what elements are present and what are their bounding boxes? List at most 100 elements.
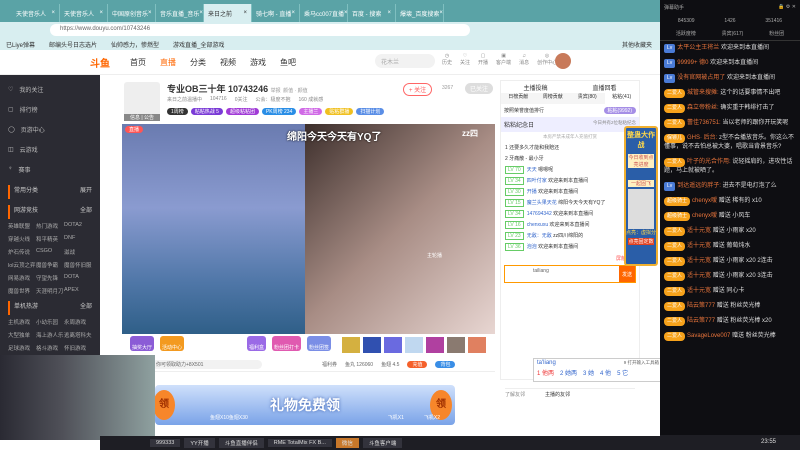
history-icon[interactable]: ◷ 历史 xyxy=(442,53,452,66)
gift-item[interactable] xyxy=(342,337,360,353)
close-icon[interactable]: × xyxy=(51,10,55,16)
danmu-user[interactable]: 到达遥远的胖子: xyxy=(677,183,721,189)
chat-user[interactable]: 泡泡 xyxy=(527,244,537,250)
danmu-user[interactable]: 适十元宽 xyxy=(687,273,711,279)
report-link[interactable]: 举报 xyxy=(271,88,281,94)
ime-candidate[interactable]: 4 他 xyxy=(600,368,611,377)
gift-item[interactable] xyxy=(384,337,402,353)
section-online-games[interactable]: 网游竞技 全部 xyxy=(8,205,92,219)
taskbar-item[interactable]: 斗鱼直播伴侣 xyxy=(218,438,264,448)
close-icon[interactable]: × xyxy=(99,10,103,16)
room-badge[interactable]: 扫描计划 xyxy=(356,108,385,115)
sidebar-game-link[interactable]: 和平精英 xyxy=(36,235,64,243)
chat-user[interactable]: 无敌：无敌 xyxy=(527,233,552,239)
room-badge[interactable]: 1周榜 xyxy=(167,108,188,115)
nav-yuba[interactable]: 鱼吧 xyxy=(280,57,296,68)
sidebar-game-link[interactable]: 大型独单 xyxy=(8,331,36,339)
sidebar-game-link[interactable]: 热门游戏 xyxy=(36,222,64,230)
followed-button[interactable]: 已关注 xyxy=(465,83,494,94)
sidebar-game-link[interactable]: 格斗游戏 xyxy=(36,344,64,352)
sidebar-game-link[interactable]: 网易游戏 xyxy=(8,274,36,282)
close-icon[interactable]: × xyxy=(199,10,203,16)
tab-vip[interactable]: 贵宾(80) xyxy=(570,93,605,104)
sidebar-game-link[interactable]: 魔兽争霸 xyxy=(36,261,64,269)
user-avatar[interactable] xyxy=(555,53,571,69)
sidebar-game-link[interactable]: 魔兽世界 xyxy=(8,287,36,295)
chat-tab[interactable]: 活跃度榜 xyxy=(676,30,696,37)
friend-text[interactable]: 主播的友邻 xyxy=(545,391,570,398)
browser-tab[interactable]: 百度 - 搜索 × xyxy=(348,4,396,22)
sidebar-game-link[interactable]: APEX xyxy=(64,287,92,295)
browser-tab[interactable]: 天使音乐人 × xyxy=(12,4,60,22)
danmu-user[interactable]: 适十元宽 xyxy=(687,288,711,294)
ime-candidate[interactable]: 5 它 xyxy=(617,368,628,377)
gift-item[interactable] xyxy=(447,337,465,353)
browser-tab[interactable]: 爆壊_百度搜索 × xyxy=(396,4,444,22)
lottery-button[interactable]: 抽奖大厅 xyxy=(130,336,155,351)
sidebar-game-link[interactable]: 主机游戏 xyxy=(8,318,36,326)
promo-widget[interactable]: 整蛊大作战 今日收到点亮进度 一起固飞 点亮：虚拟分 点亮固定数 xyxy=(624,126,658,266)
nav-home[interactable]: 首页 xyxy=(130,57,146,68)
backpack-button[interactable]: 背包 xyxy=(435,361,456,368)
nav-category[interactable]: 分类 xyxy=(190,57,206,68)
ime-candidate[interactable]: 1 他两 xyxy=(537,368,554,377)
sidebar-game-link[interactable]: 守望先锋 xyxy=(36,274,64,282)
browser-tab[interactable]: 中国原创音乐 × xyxy=(108,4,156,22)
browser-tab[interactable]: 音乐直播_音乐 × xyxy=(156,4,204,22)
fan-checkin[interactable]: 粉丝团打卡 xyxy=(272,336,302,351)
sidebar-game-link[interactable]: 足球游戏 xyxy=(8,344,36,352)
sidebar-game-link[interactable]: lol云顶之弈 xyxy=(8,261,36,269)
sidebar-item-cloudgame[interactable]: ◫ 云游戏 xyxy=(8,139,92,159)
bookmark-other[interactable]: 其他收藏夹 xyxy=(622,40,652,49)
streamer-post[interactable]: 主播投稿 xyxy=(523,83,547,92)
chat-tab[interactable]: 贵宾(617) xyxy=(722,30,744,37)
sidebar-item-esports[interactable]: ♆ 赛事 xyxy=(8,159,92,179)
claim-left[interactable]: 领 xyxy=(153,390,175,420)
room-badge[interactable]: 粘粘热战 5 xyxy=(190,108,223,115)
room-category[interactable]: 来日之前温播中 xyxy=(167,96,202,103)
danmu-user[interactable]: 适十元宽 xyxy=(687,258,711,264)
sidebar-item-rank[interactable]: ▢ 排行榜 xyxy=(8,99,92,119)
browser-tab[interactable]: 天使音乐人 × xyxy=(60,4,108,22)
room-tags[interactable]: 颜值 · 颜值 xyxy=(283,88,307,94)
url-input[interactable]: https://www.douyu.com/10743246 xyxy=(50,24,470,36)
bookmark[interactable]: 已Liye弹幕 xyxy=(6,40,35,49)
broadcast-icon[interactable]: ▢ 开播 xyxy=(478,53,488,66)
taskbar-item[interactable]: RME TotalMix FX B... xyxy=(267,439,332,447)
taskbar-item[interactable]: 斗鱼客户端 xyxy=(362,438,403,448)
danmu-user[interactable]: 叶子的光合作用: xyxy=(687,159,731,165)
nav-video[interactable]: 视频 xyxy=(220,57,236,68)
common-category[interactable]: 常用分类 展开 xyxy=(8,185,92,199)
sidebar-game-link[interactable]: 英雄联盟 xyxy=(8,222,36,230)
my-fans-button[interactable]: 粘粘(9992) xyxy=(603,107,636,114)
danmu-user[interactable]: 森立帝粉丝: xyxy=(687,105,719,111)
close-icon[interactable]: × xyxy=(439,10,443,16)
fan-sign[interactable]: 粉丝团签 xyxy=(307,336,332,351)
close-icon[interactable]: × xyxy=(243,10,247,16)
replay[interactable]: 直播回看 xyxy=(592,83,616,92)
danmu-user[interactable]: 陆云策777 xyxy=(687,318,715,324)
sidebar-game-link[interactable]: DOTA xyxy=(64,274,92,282)
chat-user[interactable]: 魔兰头果天花 xyxy=(527,200,557,206)
nav-live[interactable]: 直播 xyxy=(160,57,176,68)
sidebar-game-link[interactable]: 小幼乐园 xyxy=(36,318,64,326)
room-badge[interactable]: 主播兰 xyxy=(299,108,323,115)
danmu-user[interactable]: 99999+ 德0 xyxy=(677,60,708,66)
browser-tab[interactable]: 乘马cc007直播 × xyxy=(300,4,348,22)
danmu-user[interactable]: 太平公主王将兰 xyxy=(677,45,719,51)
welfare-box[interactable]: 福利盒 xyxy=(247,336,267,351)
sidebar-game-link[interactable]: 逃离塔科夫 xyxy=(64,331,92,339)
nav-game[interactable]: 游戏 xyxy=(250,57,266,68)
chat-user[interactable]: chenxuxu xyxy=(527,222,548,228)
sidebar-game-link[interactable]: DNF xyxy=(64,235,92,243)
sidebar-game-link[interactable]: CSGO xyxy=(36,248,64,256)
search-input[interactable]: 花木兰 xyxy=(375,54,435,68)
sidebar-game-link[interactable]: 海上游人乐 xyxy=(36,331,64,339)
danmu-user[interactable]: 适十元宽 xyxy=(687,228,711,234)
section-single-games[interactable]: 单机热游 全部 xyxy=(8,301,92,315)
sidebar-game-link[interactable]: 魔兽怀旧服 xyxy=(64,261,92,269)
taskbar-item[interactable]: 999333 xyxy=(150,439,181,447)
browser-tab[interactable]: 骑七啊 - 直播 × xyxy=(252,4,300,22)
danmu-user[interactable]: chenyx嗳 xyxy=(692,213,717,219)
close-icon[interactable]: × xyxy=(344,10,347,16)
